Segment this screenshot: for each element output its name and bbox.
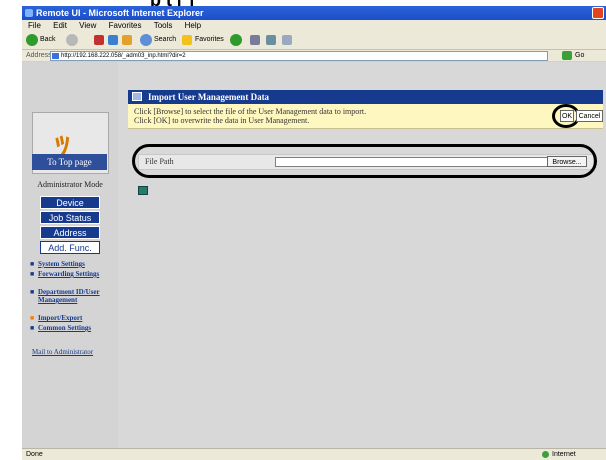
address-url: http://192.168.222.058/_adm03_inp.html?d… <box>61 53 186 59</box>
mail-to-admin-link[interactable]: Mail to Administrator <box>32 348 102 356</box>
instruction-line-2: Click [OK] to overwrite the data in User… <box>134 116 310 125</box>
link-department-id[interactable]: ■ Department ID/User Management <box>30 288 108 304</box>
menu-tools[interactable]: Tools <box>154 21 173 30</box>
page-content: ﾂ To Top page Administrator Mode Device … <box>22 62 606 448</box>
link-system-settings[interactable]: ■ System Settings <box>30 260 108 268</box>
address-bar: Address http://192.168.222.058/_adm03_in… <box>22 50 606 61</box>
nav-add-func[interactable]: Add. Func. <box>40 241 100 254</box>
nav-job-status[interactable]: Job Status <box>40 211 100 224</box>
go-label[interactable]: Go <box>575 50 584 61</box>
link-common-settings[interactable]: ■ Common Settings <box>30 324 108 332</box>
print-icon[interactable] <box>266 35 276 45</box>
import-icon <box>132 92 142 101</box>
link-import-export[interactable]: ■ Import/Export <box>30 314 108 322</box>
go-icon[interactable] <box>562 51 572 60</box>
sidebar: ﾂ To Top page Administrator Mode Device … <box>22 62 119 448</box>
edit-page-icon[interactable] <box>282 35 292 45</box>
address-label: Address <box>26 52 52 59</box>
stop-icon[interactable] <box>94 35 104 45</box>
menu-favorites[interactable]: Favorites <box>109 21 142 30</box>
nav-device[interactable]: Device <box>40 196 100 209</box>
refresh-icon[interactable] <box>108 35 118 45</box>
favorites-button-label[interactable]: Favorites <box>195 34 224 46</box>
favorites-icon[interactable] <box>182 35 192 45</box>
section-title: Import User Management Data <box>148 92 270 102</box>
instruction-line-1: Click [Browse] to select the file of the… <box>134 107 367 116</box>
file-path-highlight-oval <box>132 144 597 178</box>
section-header: Import User Management Data <box>128 90 603 104</box>
internet-zone-icon <box>542 450 549 458</box>
search-icon[interactable] <box>140 34 152 46</box>
mail-icon[interactable] <box>250 35 260 45</box>
main-panel: Import User Management Data Click [Brows… <box>118 62 606 448</box>
ie-icon <box>25 9 33 17</box>
mode-label: Administrator Mode <box>37 180 103 189</box>
menu-help[interactable]: Help <box>185 21 201 30</box>
toolbar: Back Search Favorites <box>22 31 606 50</box>
menu-file[interactable]: File <box>28 21 41 30</box>
address-input[interactable]: http://192.168.222.058/_adm03_inp.html?d… <box>50 51 548 61</box>
status-text: Done <box>26 451 43 458</box>
page-top-icon[interactable] <box>138 186 148 195</box>
instruction-box: Click [Browse] to select the file of the… <box>128 104 603 129</box>
back-icon[interactable] <box>26 34 38 46</box>
menu-edit[interactable]: Edit <box>53 21 67 30</box>
page-icon <box>52 53 59 59</box>
cancel-button[interactable]: Cancel <box>576 110 603 122</box>
ok-button[interactable]: OK <box>560 110 574 122</box>
nav-address[interactable]: Address <box>40 226 100 239</box>
close-window-button[interactable] <box>592 7 604 19</box>
security-zone: Internet <box>542 449 576 460</box>
search-button-label[interactable]: Search <box>154 34 176 46</box>
link-forwarding-settings[interactable]: ■ Forwarding Settings <box>30 270 108 278</box>
menu-view[interactable]: View <box>79 21 96 30</box>
back-button-label[interactable]: Back <box>40 34 56 46</box>
home-icon[interactable] <box>122 35 132 45</box>
status-bar: Done Internet <box>22 448 606 460</box>
title-bar: Remote UI - Microsoft Internet Explorer <box>22 6 606 20</box>
window-title: Remote UI - Microsoft Internet Explorer <box>36 8 204 18</box>
browser-window: Remote UI - Microsoft Internet Explorer … <box>22 6 606 460</box>
forward-icon[interactable] <box>66 34 78 46</box>
history-icon[interactable] <box>230 34 242 46</box>
menu-bar: File Edit View Favorites Tools Help <box>22 20 606 31</box>
to-top-page-button[interactable]: To Top page <box>32 154 107 170</box>
